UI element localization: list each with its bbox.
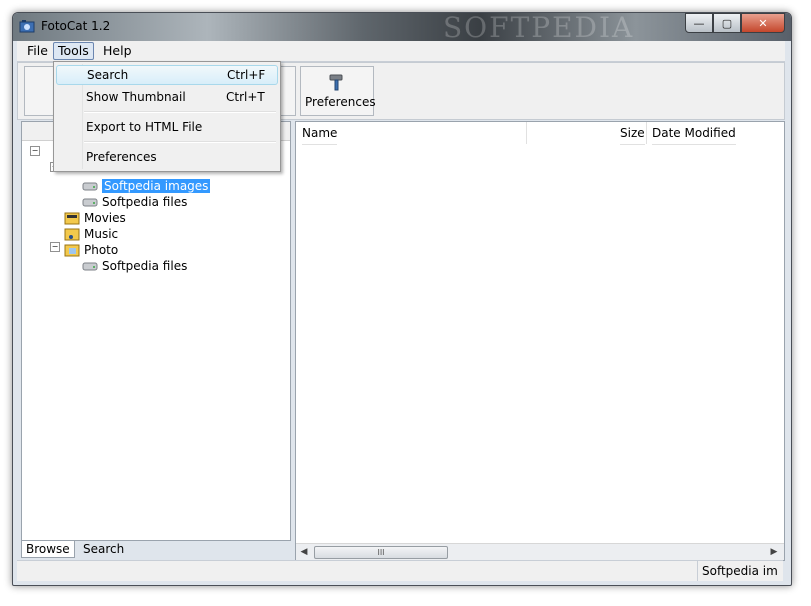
menu-separator — [84, 141, 276, 143]
window-controls: — ▢ ✕ — [685, 13, 785, 33]
maximize-button[interactable]: ▢ — [713, 13, 741, 33]
drive-icon — [82, 198, 98, 207]
column-separator[interactable] — [526, 122, 527, 144]
hammer-icon — [329, 74, 343, 91]
tree-item-label: Softpedia files — [102, 195, 188, 209]
file-list: Name Size Date Modified ◀ III ▶ — [295, 121, 785, 561]
menu-item-shortcut: Ctrl+T — [226, 90, 265, 104]
tools-menu-dropdown: Search Ctrl+F Show Thumbnail Ctrl+T Expo… — [53, 61, 281, 172]
status-text: Softpedia im — [697, 561, 782, 581]
drive-icon — [82, 182, 98, 191]
tree-item-label: Softpedia files — [102, 259, 188, 273]
scroll-thumb[interactable]: III — [314, 546, 448, 559]
app-icon — [19, 20, 35, 33]
menu-item-label: Preferences — [86, 150, 157, 164]
title-bar[interactable]: FotoCat 1.2 SOFTPEDIA — ▢ ✕ — [13, 12, 791, 44]
column-header-date[interactable]: Date Modified — [652, 122, 736, 145]
left-pane-tabs: Browse Search — [21, 541, 289, 559]
tree-item-label: Movies — [84, 211, 126, 225]
menu-tools[interactable]: Tools — [53, 42, 94, 60]
tab-search[interactable]: Search — [79, 541, 128, 557]
scroll-right-icon[interactable]: ▶ — [768, 546, 780, 558]
tree-item[interactable]: Music — [64, 226, 118, 242]
menu-file[interactable]: File — [23, 43, 52, 59]
column-separator[interactable] — [646, 122, 647, 144]
tree-item-label: Softpedia images — [102, 179, 211, 193]
film-folder-icon — [64, 212, 80, 225]
tab-browse[interactable]: Browse — [21, 541, 75, 558]
tree-collapse-root[interactable]: − — [30, 146, 40, 156]
tree-collapse-photo[interactable]: − — [50, 242, 60, 252]
menu-item-label: Show Thumbnail — [86, 90, 186, 104]
horizontal-scrollbar[interactable]: ◀ III ▶ — [296, 543, 784, 560]
status-bar: Softpedia im — [17, 560, 783, 581]
menu-help[interactable]: Help — [99, 43, 136, 59]
tree-item[interactable]: Softpedia files — [82, 258, 187, 274]
menu-bar: File Tools Help — [17, 41, 785, 62]
minimize-button[interactable]: — — [685, 13, 713, 33]
preferences-toolbar-label: Preferences — [305, 95, 376, 109]
column-header-size[interactable]: Size — [620, 122, 645, 145]
tree-item-label: Music — [84, 227, 119, 241]
scroll-left-icon[interactable]: ◀ — [298, 546, 310, 558]
column-header-name[interactable]: Name — [302, 122, 338, 145]
menu-item-show-thumbnail[interactable]: Show Thumbnail Ctrl+T — [56, 87, 276, 107]
tree-item[interactable]: Photo — [64, 242, 118, 258]
tree-item[interactable]: Movies — [64, 210, 126, 226]
menu-item-preferences[interactable]: Preferences — [56, 147, 276, 167]
preferences-toolbar-button[interactable]: Preferences — [300, 66, 376, 116]
photo-folder-icon — [64, 244, 80, 257]
menu-item-shortcut: Ctrl+F — [227, 68, 266, 82]
window-title: FotoCat 1.2 — [41, 19, 111, 33]
menu-separator — [84, 111, 276, 113]
menu-item-export-html[interactable]: Export to HTML File — [56, 117, 276, 137]
close-button[interactable]: ✕ — [741, 13, 785, 33]
menu-item-label: Search — [87, 68, 129, 82]
tree-item[interactable]: Softpedia images — [82, 178, 211, 194]
menu-item-search[interactable]: Search Ctrl+F — [56, 65, 278, 85]
tree-item[interactable]: Softpedia files — [82, 194, 187, 210]
music-folder-icon — [64, 228, 80, 241]
tree-item-label: Photo — [84, 243, 119, 257]
folder-tree: − − Softpedia images Softpedia files Mov… — [21, 121, 291, 541]
watermark-text: SOFTPEDIA — [443, 12, 635, 44]
menu-item-label: Export to HTML File — [86, 120, 203, 134]
drive-icon — [82, 262, 98, 271]
